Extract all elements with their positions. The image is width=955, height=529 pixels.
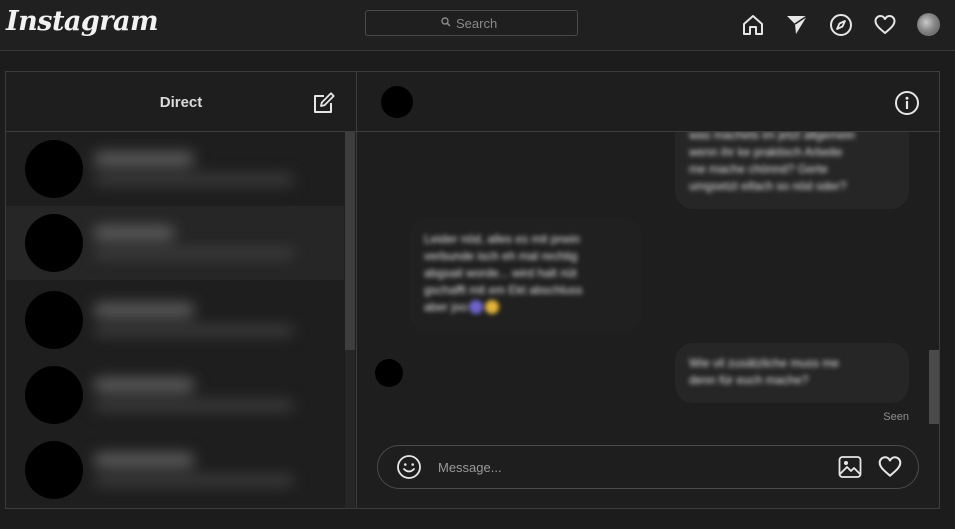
thread-item[interactable]	[6, 358, 344, 432]
new-message-icon[interactable]	[311, 90, 337, 116]
emoji-icon	[485, 300, 500, 314]
message-bubble-received: Leider nöd, alles es mit pnein verbunde …	[410, 218, 642, 332]
thread-item[interactable]	[6, 132, 344, 206]
message-input[interactable]	[438, 458, 818, 476]
inbox-header: Direct	[6, 72, 356, 132]
thread-avatar	[25, 140, 83, 198]
thread-item[interactable]	[6, 433, 344, 507]
thread-item-active[interactable]	[6, 206, 344, 280]
conversation-header	[357, 72, 939, 132]
message-scrollbar-thumb[interactable]	[929, 350, 939, 424]
thread-preview-redacted	[94, 378, 324, 414]
inbox-pane: Direct	[6, 72, 357, 508]
thread-item[interactable]	[6, 283, 344, 357]
thread-avatar	[25, 291, 83, 349]
thread-avatar	[25, 366, 83, 424]
heart-icon[interactable]	[877, 454, 903, 480]
top-nav: Instagram	[0, 0, 955, 51]
explore-icon[interactable]	[828, 12, 854, 38]
direct-icon[interactable]	[784, 12, 810, 38]
direct-panel: Direct was machets im jetzt allgemein we…	[5, 71, 940, 509]
inbox-scrollbar-thumb[interactable]	[345, 132, 355, 350]
message-scrollbar[interactable]	[929, 132, 939, 428]
search-icon	[441, 14, 451, 32]
conversation-pane: was machets im jetzt allgemein wenn ihr …	[357, 72, 939, 508]
message-bubble-sent: was machets im jetzt allgemein wenn ihr …	[675, 132, 909, 209]
search-input[interactable]	[456, 15, 502, 31]
thread-list[interactable]	[6, 132, 344, 508]
instagram-logo[interactable]: Instagram	[6, 6, 159, 37]
thread-preview-redacted	[94, 303, 324, 339]
thread-preview-redacted	[94, 152, 324, 188]
emoji-icon[interactable]	[396, 454, 422, 480]
image-icon[interactable]	[837, 454, 863, 480]
conversation-avatar[interactable]	[381, 86, 413, 118]
message-thread[interactable]: was machets im jetzt allgemein wenn ihr …	[357, 132, 939, 428]
profile-avatar[interactable]	[917, 13, 940, 36]
message-text: Leider nöd, alles es mit pnein verbunde …	[424, 232, 583, 314]
message-text: Wie vil zusätzliche muss me denn für euc…	[689, 356, 840, 387]
thread-avatar	[25, 214, 83, 272]
search-box[interactable]	[365, 10, 578, 36]
home-icon[interactable]	[740, 12, 766, 38]
seen-indicator: Seen	[883, 411, 909, 423]
sender-avatar	[375, 359, 403, 387]
activity-heart-icon[interactable]	[872, 12, 898, 38]
message-text: was machets im jetzt allgemein wenn ihr …	[689, 132, 856, 193]
emoji-icon	[469, 300, 484, 314]
inbox-title: Direct	[159, 94, 203, 111]
thread-preview-redacted	[94, 453, 324, 489]
thread-avatar	[25, 441, 83, 499]
message-composer	[377, 445, 919, 489]
info-icon[interactable]	[894, 90, 920, 116]
inbox-scrollbar[interactable]	[345, 132, 355, 508]
thread-preview-redacted	[94, 226, 324, 262]
message-bubble-sent: Wie vil zusätzliche muss me denn für euc…	[675, 343, 909, 403]
